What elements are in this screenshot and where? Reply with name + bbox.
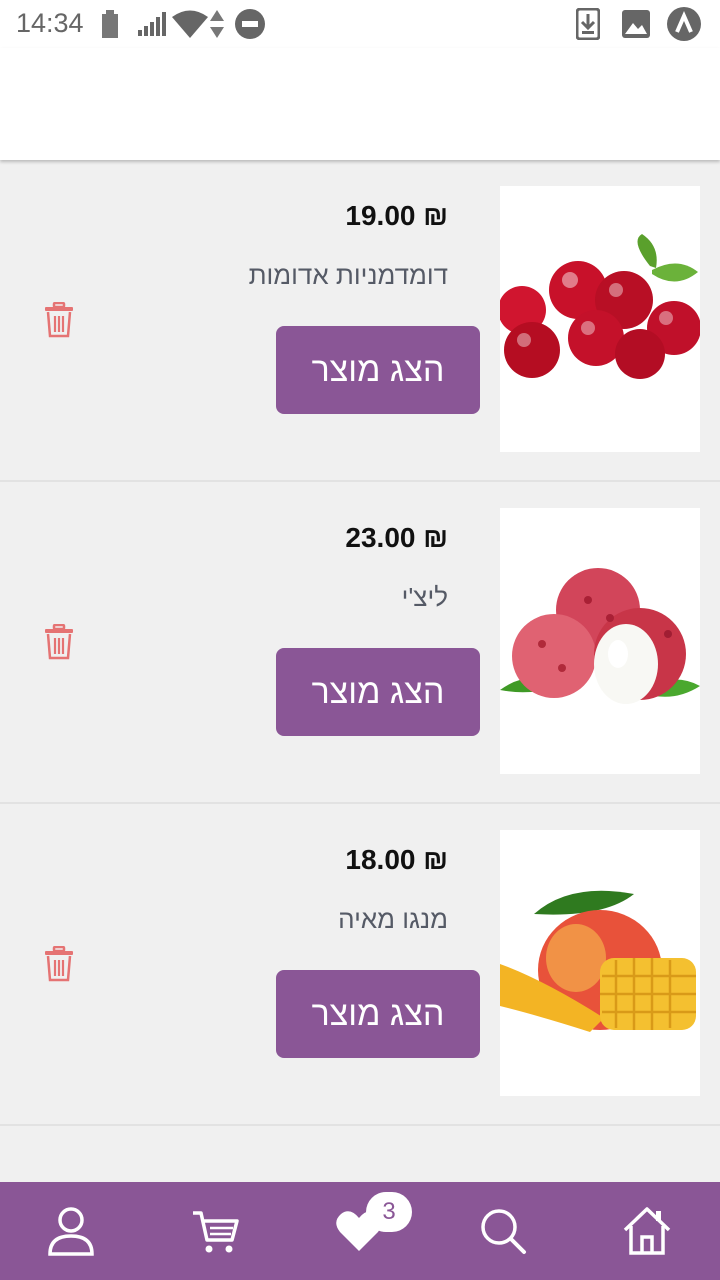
do-not-disturb-icon [235,9,265,39]
app-notification-icon [667,7,701,41]
product-image-lychee[interactable] [500,508,700,774]
product-card: ₪ 19.00 דומדמניות אדומות הצג מוצר [0,160,720,482]
trash-icon[interactable] [44,302,74,338]
product-card: ₪ 18.00 מנגו מאיה הצג מוצר [0,804,720,1126]
cart-icon[interactable] [190,1206,240,1256]
status-time: 14:34 [16,8,84,38]
profile-icon[interactable] [46,1206,96,1256]
download-icon [576,8,600,40]
view-product-button[interactable]: הצג מוצר [276,648,480,736]
product-price: ₪ 23.00 [345,522,448,553]
trash-icon[interactable] [44,946,74,982]
signal-icon [138,12,166,36]
bottom-navigation [0,1182,720,1280]
favorites-list: ₪ 19.00 דומדמניות אדומות הצג מוצר ₪ 23.0… [0,160,720,1126]
view-product-button[interactable]: הצג מוצר [276,326,480,414]
product-card: ₪ 23.00 ליצ'י הצג מוצר [0,482,720,804]
search-icon[interactable] [478,1206,528,1256]
wifi-icon [172,10,208,38]
product-name: מנגו מאיה [338,904,448,934]
product-name: ליצ'י [401,582,448,612]
battery-icon [102,10,118,38]
lychee-illustration [500,568,700,704]
image-icon [622,10,650,38]
product-price: ₪ 19.00 [345,200,448,231]
product-name: דומדמניות אדומות [248,260,448,290]
app-header [0,48,720,160]
trash-icon[interactable] [44,624,74,660]
product-image-cranberries[interactable] [500,186,700,452]
cranberries-illustration [500,234,700,379]
data-arrows-icon [210,10,224,38]
product-image-mango[interactable] [500,830,700,1096]
view-product-button[interactable]: הצג מוצר [276,970,480,1058]
status-bar: 14:34 [0,0,720,48]
home-icon[interactable] [622,1206,672,1256]
product-price: ₪ 18.00 [345,844,448,875]
mango-illustration [500,890,696,1032]
favorites-count-badge: 3 [366,1192,412,1232]
